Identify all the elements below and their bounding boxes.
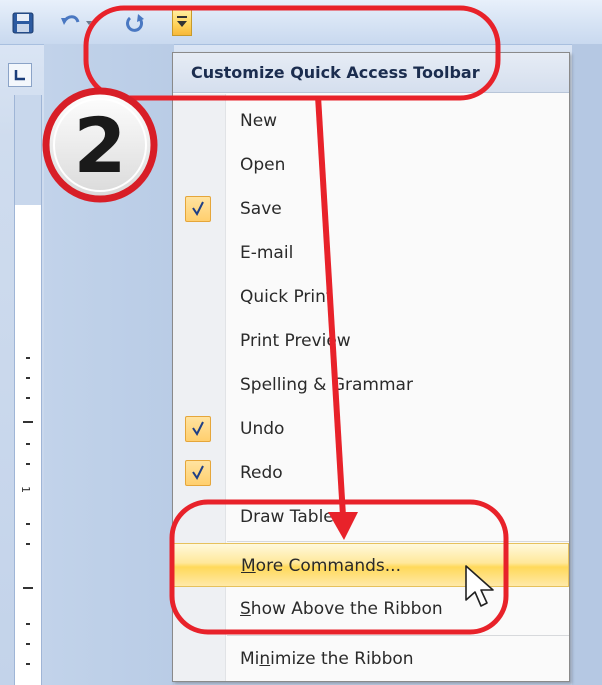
menu-item-label: More Commands... [241, 556, 401, 576]
menu-item-label: Show Above the Ribbon [240, 599, 443, 619]
checkmark-icon [185, 196, 211, 222]
menu-item-label: Minimize the Ribbon [240, 649, 414, 669]
tab-stop-icon [14, 70, 25, 81]
undo-icon[interactable] [60, 12, 92, 34]
menu-item-label: Print Preview [240, 331, 351, 351]
menu-item-label: E-mail [240, 243, 294, 263]
menu-item-more-commands[interactable]: More Commands... [173, 543, 569, 587]
menu-item-open[interactable]: Open [173, 143, 569, 187]
menu-item-label: Save [240, 199, 282, 219]
document-background-right [572, 44, 602, 685]
menu-item-label: Open [240, 155, 286, 175]
menu-title: Customize Quick Access Toolbar [173, 53, 569, 93]
save-icon[interactable] [12, 12, 34, 34]
vertical-ruler: 1 [14, 205, 42, 685]
menu-item-save[interactable]: Save [173, 187, 569, 231]
menu-item-quick-print[interactable]: Quick Print [173, 275, 569, 319]
quick-access-toolbar [0, 0, 602, 45]
menu-item-label: New [240, 111, 278, 131]
redo-icon[interactable] [124, 12, 146, 34]
menu-item-new[interactable]: New [173, 99, 569, 143]
customize-qat-menu: Customize Quick Access Toolbar New Open … [172, 52, 570, 682]
tab-stop-selector[interactable] [8, 63, 32, 87]
menu-item-label: Draw Table [240, 507, 334, 527]
menu-item-spelling-grammar[interactable]: Spelling & Grammar [173, 363, 569, 407]
menu-item-redo[interactable]: Redo [173, 451, 569, 495]
menu-item-minimize-ribbon[interactable]: Minimize the Ribbon [173, 637, 569, 681]
step-number: 2 [73, 101, 127, 190]
menu-item-undo[interactable]: Undo [173, 407, 569, 451]
menu-item-label: Quick Print [240, 287, 333, 307]
customize-qat-dropdown-button[interactable] [172, 8, 192, 36]
dropdown-arrow-icon [177, 16, 187, 27]
ruler-number: 1 [19, 486, 32, 493]
menu-separator [227, 541, 569, 542]
menu-item-label: Undo [240, 419, 285, 439]
checkmark-icon [185, 460, 211, 486]
vertical-ruler-margin [14, 95, 42, 205]
menu-item-draw-table[interactable]: Draw Table [173, 495, 569, 539]
menu-item-label: Spelling & Grammar [240, 375, 413, 395]
menu-item-show-above-ribbon[interactable]: Show Above the Ribbon [173, 587, 569, 631]
menu-item-print-preview[interactable]: Print Preview [173, 319, 569, 363]
menu-item-email[interactable]: E-mail [173, 231, 569, 275]
menu-separator [227, 635, 569, 636]
checkmark-icon [185, 416, 211, 442]
menu-item-label: Redo [240, 463, 283, 483]
